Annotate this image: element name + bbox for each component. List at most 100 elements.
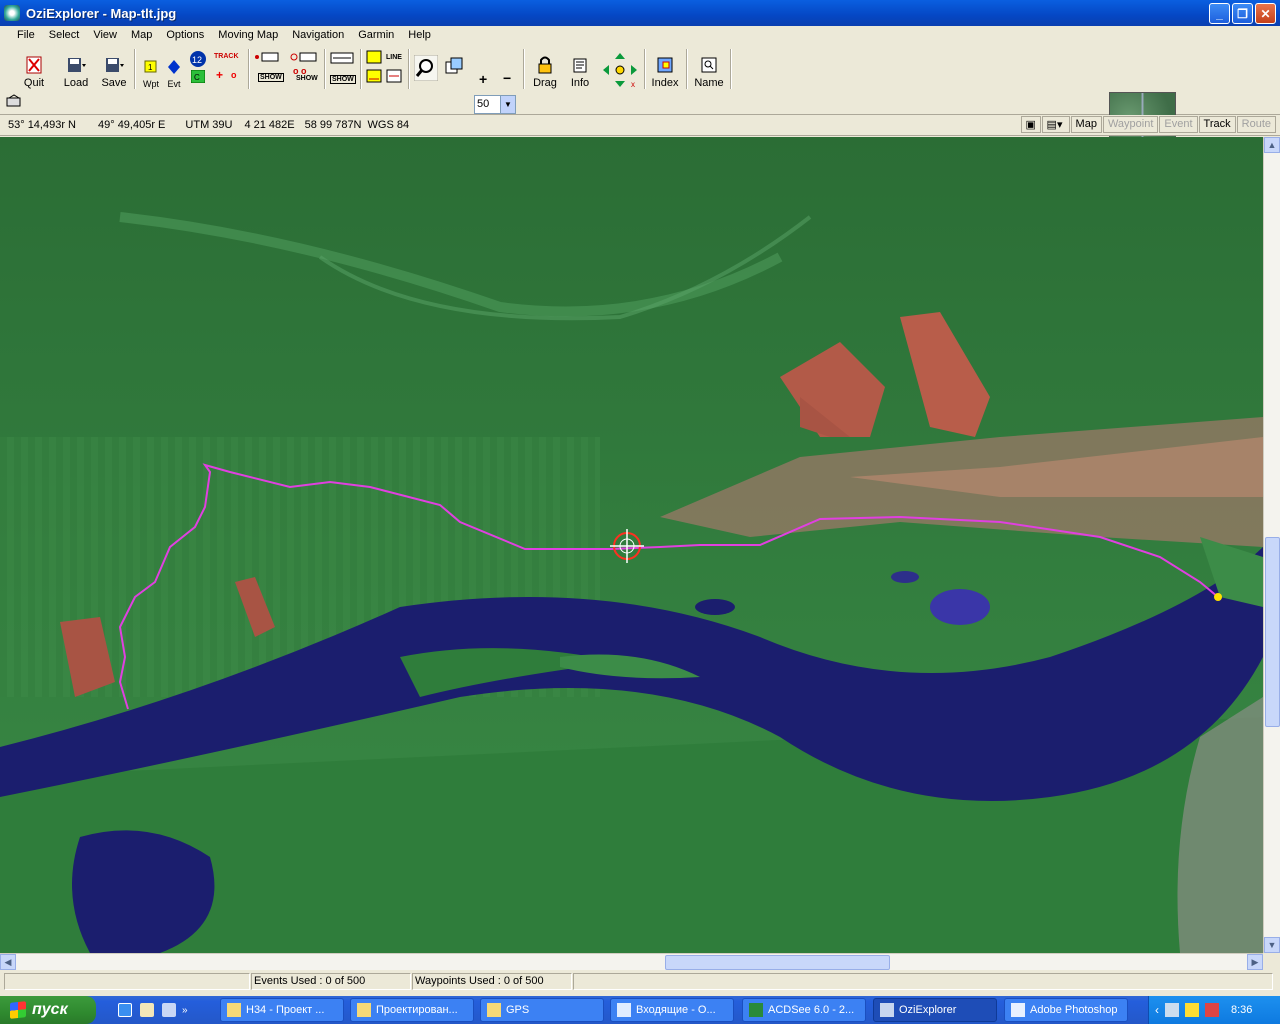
mode-track[interactable]: Track	[1198, 116, 1236, 133]
save-icon	[106, 58, 124, 72]
map-tool-icon[interactable]	[6, 94, 22, 108]
toolbar: Quit Load Save 1 Wpt Evt 12 C TRACK + o …	[0, 45, 1280, 156]
zoom-magnifier-icon[interactable]	[414, 55, 438, 81]
task-label: Проектирован...	[376, 1004, 458, 1016]
event-list-icon[interactable]	[290, 51, 318, 63]
save-view-icon[interactable]: ▤▾	[1041, 116, 1070, 133]
zoom-out-icon[interactable]: −	[503, 70, 511, 86]
route-list-icon[interactable]	[330, 51, 354, 65]
task-label: OziExplorer	[899, 1004, 957, 1016]
title-bar[interactable]: OziExplorer - Map-tlt.jpg _ ❐ ✕	[0, 0, 1280, 26]
save-button[interactable]: Save	[100, 49, 128, 89]
menu-view[interactable]: View	[86, 29, 124, 41]
network-icon[interactable]	[1165, 1003, 1179, 1017]
info-button[interactable]: Info	[566, 49, 594, 89]
easting: 4 21 482E	[244, 119, 295, 131]
folder-icon	[227, 1003, 241, 1017]
task-oziexplorer[interactable]: OziExplorer	[873, 998, 997, 1022]
waypoints-used: Waypoints Used : 0 of 500	[412, 973, 572, 990]
show-events-button[interactable]: SHOW	[296, 75, 318, 82]
task-1[interactable]: Н34 - Проект ...	[220, 998, 344, 1022]
menu-navigation[interactable]: Navigation	[285, 29, 351, 41]
evt-button[interactable]: Evt	[163, 49, 185, 89]
folder-icon	[487, 1003, 501, 1017]
map-list-icon[interactable]	[366, 50, 382, 64]
chevron-down-icon[interactable]: ▼	[500, 96, 515, 113]
task-3[interactable]: GPS	[480, 998, 604, 1022]
maximize-button[interactable]: ❐	[1232, 3, 1253, 24]
close-button[interactable]: ✕	[1255, 3, 1276, 24]
scroll-up-icon[interactable]: ▲	[1264, 137, 1280, 153]
mode-event[interactable]: Event	[1159, 116, 1198, 133]
track-label[interactable]: TRACK	[214, 53, 239, 60]
horizontal-scroll-thumb[interactable]	[665, 955, 890, 970]
tray-expand-icon[interactable]: ‹	[1155, 1003, 1159, 1017]
wpt-num: 1	[148, 63, 153, 72]
menu-file[interactable]: File	[10, 29, 42, 41]
horizontal-scrollbar[interactable]: ◀ ▶	[0, 953, 1263, 970]
folder-icon	[357, 1003, 371, 1017]
name-button[interactable]: Name	[692, 49, 726, 89]
load-button[interactable]: Load	[62, 49, 90, 89]
app-icon[interactable]	[4, 5, 20, 21]
outlook-icon[interactable]	[162, 1003, 176, 1017]
task-photoshop[interactable]: Adobe Photoshop	[1004, 998, 1128, 1022]
photoshop-icon	[1011, 1003, 1025, 1017]
mode-waypoint[interactable]: Waypoint	[1102, 116, 1159, 133]
waypoint-list-icon[interactable]	[254, 51, 280, 63]
quit-button[interactable]: Quit	[22, 49, 46, 89]
index-button[interactable]: Index	[650, 49, 680, 89]
scroll-left-icon[interactable]: ◀	[0, 954, 16, 970]
ie-icon[interactable]	[118, 1003, 132, 1017]
task-5[interactable]: ACDSee 6.0 - 2...	[742, 998, 866, 1022]
mode-route[interactable]: Route	[1236, 116, 1276, 133]
wpt-button[interactable]: 1 Wpt	[140, 49, 162, 89]
menu-map[interactable]: Map	[124, 29, 159, 41]
task-label: Adobe Photoshop	[1030, 1004, 1118, 1016]
route-green-icon[interactable]: C	[191, 70, 205, 83]
latitude: 53° 14,493r N	[8, 119, 76, 131]
add-track-point-icon[interactable]: +	[216, 68, 223, 82]
pan-arrows-icon[interactable]: x	[601, 51, 639, 89]
scroll-down-icon[interactable]: ▼	[1264, 937, 1280, 953]
antivirus-icon[interactable]	[1205, 1003, 1219, 1017]
menu-select[interactable]: Select	[42, 29, 87, 41]
show-routes-button[interactable]: SHOW	[330, 75, 356, 84]
menu-moving-map[interactable]: Moving Map	[211, 29, 285, 41]
menu-help[interactable]: Help	[401, 29, 438, 41]
route-number-icon[interactable]: 12	[189, 50, 207, 68]
menu-garmin[interactable]: Garmin	[351, 29, 401, 41]
map-canvas[interactable]	[0, 137, 1263, 953]
mode-map[interactable]: Map	[1070, 116, 1102, 133]
task-label: GPS	[506, 1004, 530, 1016]
zoom-in-icon[interactable]: +	[479, 71, 487, 87]
task-4[interactable]: Входящие - О...	[610, 998, 734, 1022]
name-search-icon	[701, 57, 717, 73]
vertical-scroll-thumb[interactable]	[1265, 537, 1280, 727]
line-button[interactable]: LINE	[386, 54, 402, 61]
map-view-icon[interactable]: ▣	[1020, 116, 1041, 133]
map-prev-icon[interactable]	[366, 69, 382, 83]
map-index-icon	[657, 57, 673, 73]
drag-label: Drag	[533, 77, 557, 89]
map-next-icon[interactable]	[386, 69, 402, 83]
show-waypoints-button[interactable]: SHOW	[258, 73, 284, 82]
task-2[interactable]: Проектирован...	[350, 998, 474, 1022]
minimize-button[interactable]: _	[1209, 3, 1230, 24]
track-end-marker[interactable]	[1214, 593, 1222, 601]
scroll-right-icon[interactable]: ▶	[1247, 954, 1263, 970]
drag-button[interactable]: Drag	[530, 49, 560, 89]
lock-icon	[538, 56, 552, 74]
save-label: Save	[101, 77, 127, 89]
vertical-scrollbar[interactable]: ▲ ▼	[1263, 137, 1280, 953]
zoom-select[interactable]: 50 ▼	[474, 95, 516, 114]
start-label: пуск	[32, 1001, 68, 1018]
tray-app-icon[interactable]	[1185, 1003, 1199, 1017]
notes-icon[interactable]	[140, 1003, 154, 1017]
zoom-window-icon[interactable]	[444, 57, 464, 77]
quicklaunch-more-icon[interactable]: »	[182, 1005, 188, 1016]
menu-options[interactable]: Options	[159, 29, 211, 41]
start-button[interactable]: пуск	[0, 996, 96, 1024]
info-label: Info	[570, 77, 590, 89]
track-point-icon[interactable]: o	[231, 70, 237, 80]
